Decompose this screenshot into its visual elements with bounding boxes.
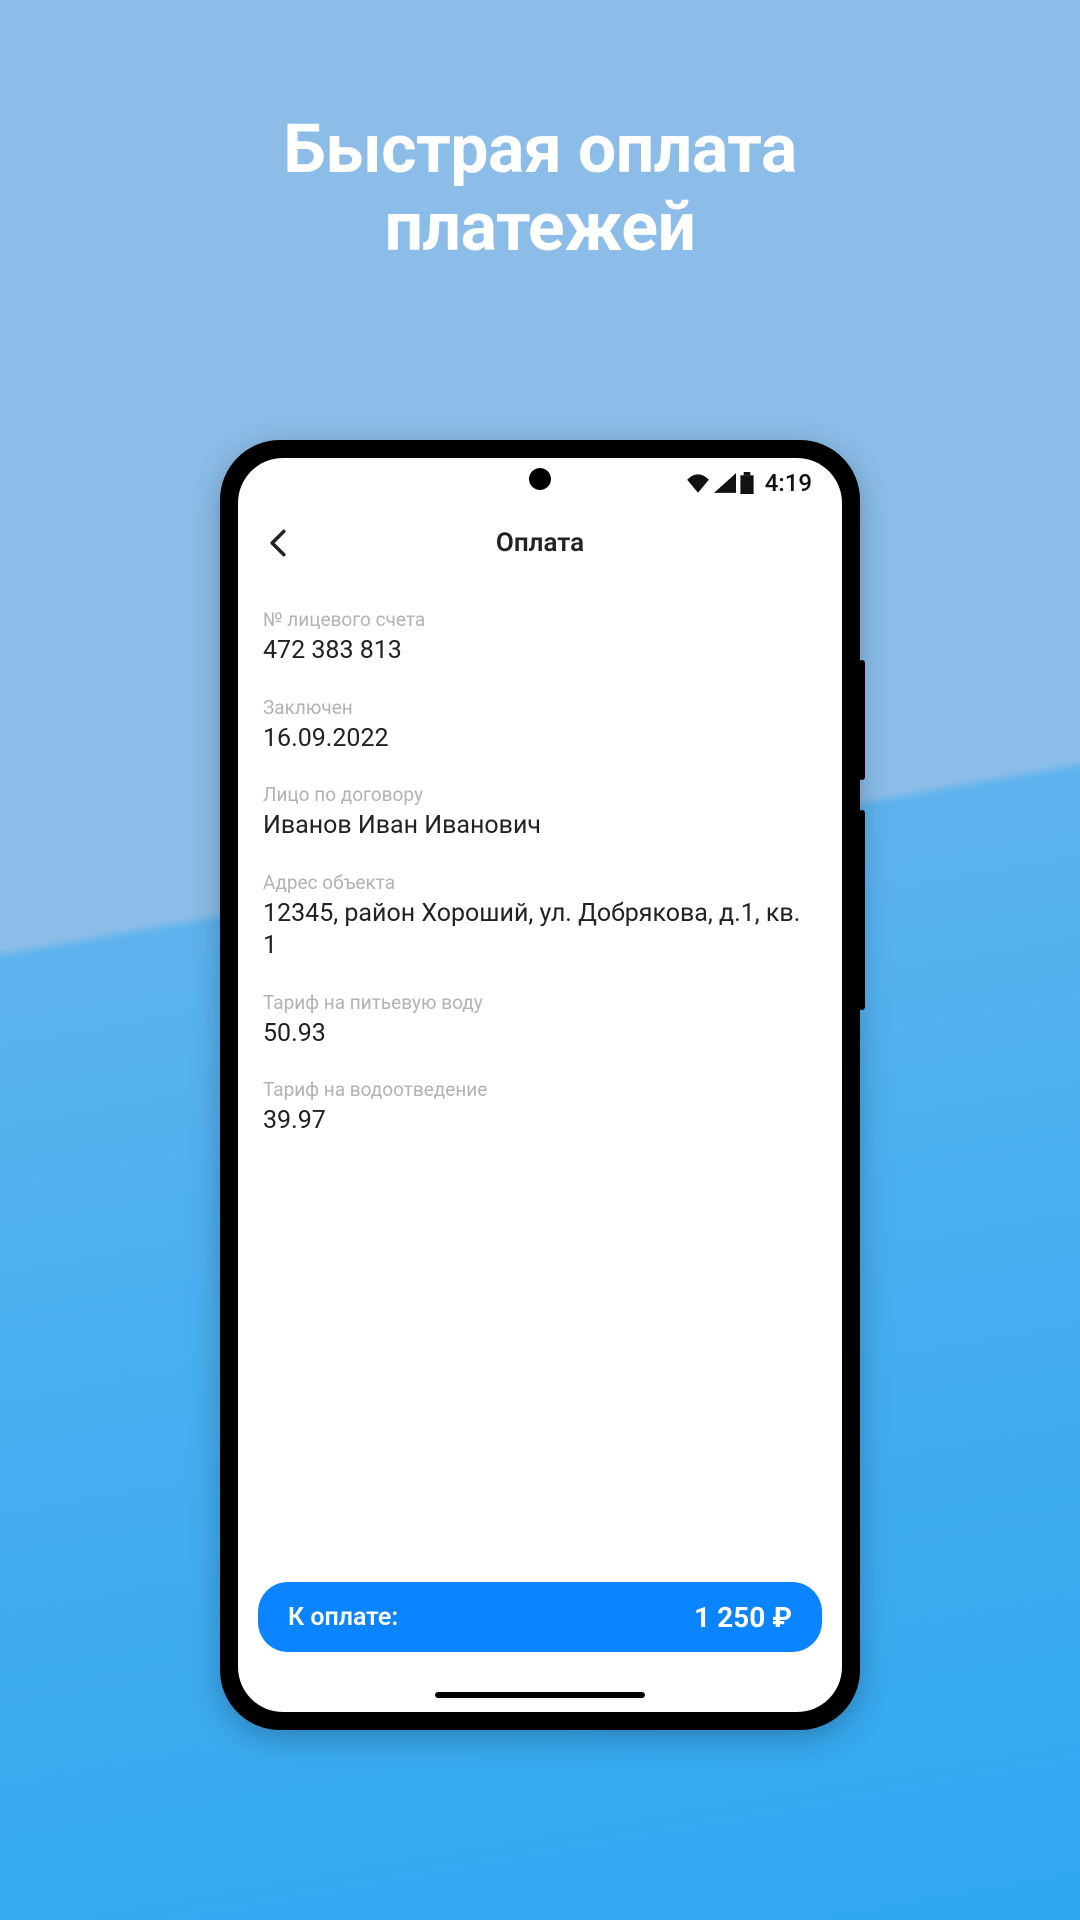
chevron-left-icon [269, 529, 287, 557]
pay-button[interactable]: К оплате: 1 250 ₽ [258, 1582, 822, 1652]
app-header: Оплата [238, 508, 842, 578]
phone-side-button [859, 810, 865, 1010]
field-label: Тариф на водоотведение [263, 1078, 817, 1101]
home-indicator[interactable] [435, 1692, 645, 1698]
field-address: Адрес объекта 12345, район Хороший, ул. … [263, 871, 817, 963]
phone-mockup: 4:19 Оплата № лицевого счета 472 383 813… [220, 440, 860, 1730]
page-title: Оплата [496, 528, 584, 558]
field-person: Лицо по договору Иванов Иван Иванович [263, 783, 817, 843]
camera-notch [529, 468, 551, 490]
status-icons [685, 472, 755, 494]
promo-headline: Быстрая оплата платежей [0, 0, 1080, 266]
field-label: Заключен [263, 696, 817, 719]
field-value: 50.93 [263, 1018, 817, 1051]
phone-screen: 4:19 Оплата № лицевого счета 472 383 813… [238, 458, 842, 1712]
field-value: 472 383 813 [263, 635, 817, 668]
promo-line1: Быстрая оплата [283, 109, 797, 189]
field-value: 16.09.2022 [263, 723, 817, 756]
field-value: 39.97 [263, 1105, 817, 1138]
field-value: 12345, район Хороший, ул. Добрякова, д.1… [263, 898, 817, 963]
back-button[interactable] [258, 523, 298, 563]
field-tariff-drain: Тариф на водоотведение 39.97 [263, 1078, 817, 1138]
cellular-icon [714, 473, 736, 493]
field-account: № лицевого счета 472 383 813 [263, 608, 817, 668]
field-label: Лицо по договору [263, 783, 817, 806]
wifi-icon [685, 473, 711, 493]
payment-details: № лицевого счета 472 383 813 Заключен 16… [238, 578, 842, 1582]
field-label: Адрес объекта [263, 871, 817, 894]
field-concluded: Заключен 16.09.2022 [263, 696, 817, 756]
field-value: Иванов Иван Иванович [263, 810, 817, 843]
status-time: 4:19 [765, 469, 812, 497]
field-label: № лицевого счета [263, 608, 817, 631]
field-tariff-water: Тариф на питьевую воду 50.93 [263, 991, 817, 1051]
phone-side-button [859, 660, 865, 780]
field-label: Тариф на питьевую воду [263, 991, 817, 1014]
promo-line2: платежей [385, 187, 696, 267]
battery-icon [739, 472, 755, 494]
pay-label: К оплате: [288, 1603, 398, 1632]
pay-amount: 1 250 ₽ [694, 1601, 792, 1634]
